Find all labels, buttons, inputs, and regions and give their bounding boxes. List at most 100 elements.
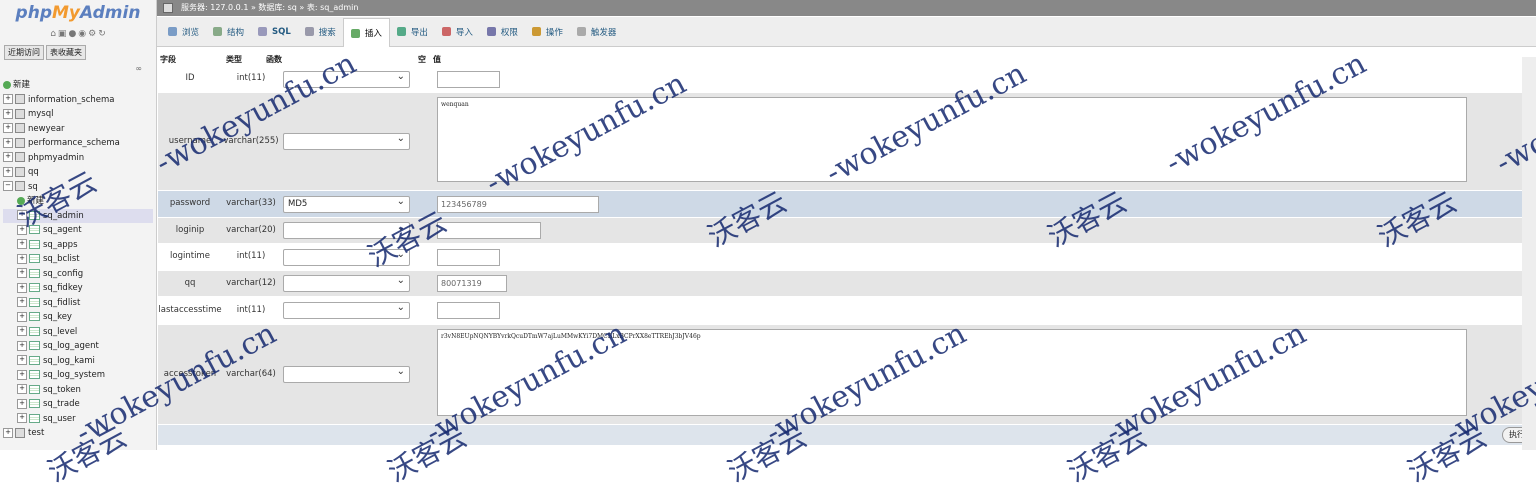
expand-icon[interactable]: + <box>3 123 13 133</box>
expand-icon[interactable]: − <box>3 181 13 191</box>
tree-item[interactable]: + sq_fidkey <box>3 281 153 296</box>
tree-item[interactable]: 新建 <box>3 78 153 93</box>
tree-item[interactable]: + phpmyadmin <box>3 151 153 166</box>
settings-icon[interactable]: ⚙ <box>88 29 96 39</box>
expand-icon[interactable]: + <box>17 355 27 365</box>
expand-icon[interactable]: + <box>17 384 27 394</box>
expand-icon[interactable]: + <box>3 94 13 104</box>
value-input[interactable]: 123456789 <box>437 195 599 213</box>
tree-item[interactable]: + qq <box>3 165 153 180</box>
tree-item[interactable]: + sq_bclist <box>3 252 153 267</box>
tab-3[interactable]: 搜索 <box>298 20 343 44</box>
expand-icon[interactable]: + <box>17 253 27 264</box>
tree-item-label: sq_bclist <box>43 254 80 264</box>
field-type: varchar(12) <box>226 277 276 288</box>
table-icon <box>29 254 40 263</box>
expand-icon[interactable]: + <box>3 137 13 148</box>
tree-item[interactable]: 新建 <box>3 194 153 209</box>
minimize-icon[interactable] <box>163 2 173 13</box>
tab-8[interactable]: 操作 <box>525 20 570 44</box>
favorites-tab[interactable]: 表收藏夹 <box>46 45 86 60</box>
tree-item[interactable]: + sq_level <box>3 325 153 340</box>
expand-icon[interactable]: + <box>3 427 13 438</box>
reload-icon[interactable]: ↻ <box>98 29 106 39</box>
expand-icon[interactable]: + <box>17 268 27 278</box>
tree-item[interactable]: + sq_apps <box>3 238 153 253</box>
value-input[interactable]: 80071319 <box>437 275 507 292</box>
header-value: 值 <box>433 55 441 64</box>
tree-item[interactable]: + test <box>3 426 153 441</box>
tree-item[interactable]: + sq_key <box>3 310 153 325</box>
tree-item[interactable]: + sq_user <box>3 412 153 427</box>
nav-icons: ⌂ ▣ ● ◉ ⚙ ↻ <box>0 29 156 43</box>
tree-item[interactable]: + sq_config <box>3 267 153 282</box>
function-select[interactable] <box>283 364 410 383</box>
tree-item[interactable]: + sq_log_kami <box>3 354 153 369</box>
tab-icon <box>350 28 360 38</box>
expand-icon[interactable]: + <box>3 152 13 162</box>
table-icon <box>29 225 40 234</box>
value-textarea[interactable]: r3vN8EUpNQNYBYvrkQcuDTmW7ajLuMMwKYi7DMCB… <box>437 329 1467 416</box>
home-icon[interactable]: ⌂ <box>50 29 56 39</box>
tree-item-label: sq_log_kami <box>43 355 95 366</box>
tree-item[interactable]: + information_schema <box>3 93 153 108</box>
tree-item-label: sq_apps <box>43 239 78 250</box>
phpmyadmin-logo[interactable]: phpMyAdmin <box>0 0 156 29</box>
tree-item[interactable]: + sq_admin <box>3 208 153 223</box>
scrollbar[interactable] <box>1522 57 1536 450</box>
tab-0[interactable]: 浏览 <box>161 20 206 44</box>
collapse-all-icon[interactable]: ∞ <box>135 64 142 73</box>
tab-6[interactable]: 导入 <box>435 20 480 44</box>
expand-icon[interactable]: + <box>17 224 27 235</box>
database-icon <box>15 181 25 191</box>
function-select[interactable] <box>283 300 410 319</box>
function-select[interactable] <box>283 220 410 239</box>
tab-7[interactable]: 权限 <box>480 20 525 44</box>
expand-icon[interactable]: + <box>17 239 27 249</box>
value-input[interactable] <box>437 70 500 88</box>
tab-2[interactable]: SQL <box>251 20 298 44</box>
breadcrumb-text[interactable]: 服务器: 127.0.0.1 » 数据库: sq » 表: sq_admin <box>181 3 358 12</box>
expand-icon[interactable]: + <box>17 311 27 322</box>
expand-icon[interactable]: + <box>17 413 27 423</box>
value-input[interactable] <box>437 302 500 319</box>
tree-item[interactable]: + sq_fidlist <box>3 296 153 311</box>
function-select[interactable]: MD5 <box>283 194 410 213</box>
tree-item[interactable]: + sq_trade <box>3 397 153 412</box>
expand-icon[interactable]: + <box>17 398 27 409</box>
tab-label: 插入 <box>364 29 382 39</box>
tab-4[interactable]: 插入 <box>342 18 390 47</box>
value-textarea[interactable]: wenquan <box>437 97 1467 182</box>
recent-tab[interactable]: 近期访问 <box>4 45 44 60</box>
function-select[interactable] <box>283 69 410 88</box>
value-input[interactable] <box>437 222 541 239</box>
expand-icon[interactable]: + <box>17 340 27 351</box>
expand-icon[interactable]: + <box>17 326 27 336</box>
help-icon[interactable]: ● <box>68 29 76 39</box>
tab-icon <box>441 27 451 36</box>
tree-item[interactable]: + sq_token <box>3 383 153 398</box>
tab-5[interactable]: 导出 <box>390 20 435 44</box>
function-select[interactable] <box>283 247 410 266</box>
expand-icon[interactable]: + <box>17 210 27 220</box>
expand-icon[interactable]: + <box>3 166 13 177</box>
docs-icon[interactable]: ◉ <box>78 29 86 39</box>
tab-1[interactable]: 结构 <box>206 20 251 44</box>
field-name: loginip <box>175 224 205 235</box>
function-select[interactable] <box>283 131 410 150</box>
tree-item[interactable]: + performance_schema <box>3 136 153 151</box>
tab-9[interactable]: 触发器 <box>570 20 624 44</box>
logout-icon[interactable]: ▣ <box>58 29 67 39</box>
tree-item[interactable]: + mysql <box>3 107 153 122</box>
tree-item[interactable]: + sq_agent <box>3 223 153 238</box>
expand-icon[interactable]: + <box>17 297 27 307</box>
tree-item[interactable]: + sq_log_agent <box>3 339 153 354</box>
value-input[interactable] <box>437 248 500 266</box>
tree-item[interactable]: − sq <box>3 180 153 195</box>
expand-icon[interactable]: + <box>17 282 27 293</box>
expand-icon[interactable]: + <box>3 108 13 119</box>
tree-item[interactable]: + sq_log_system <box>3 368 153 383</box>
expand-icon[interactable]: + <box>17 369 27 380</box>
function-select[interactable] <box>283 273 410 292</box>
tree-item[interactable]: + newyear <box>3 122 153 137</box>
